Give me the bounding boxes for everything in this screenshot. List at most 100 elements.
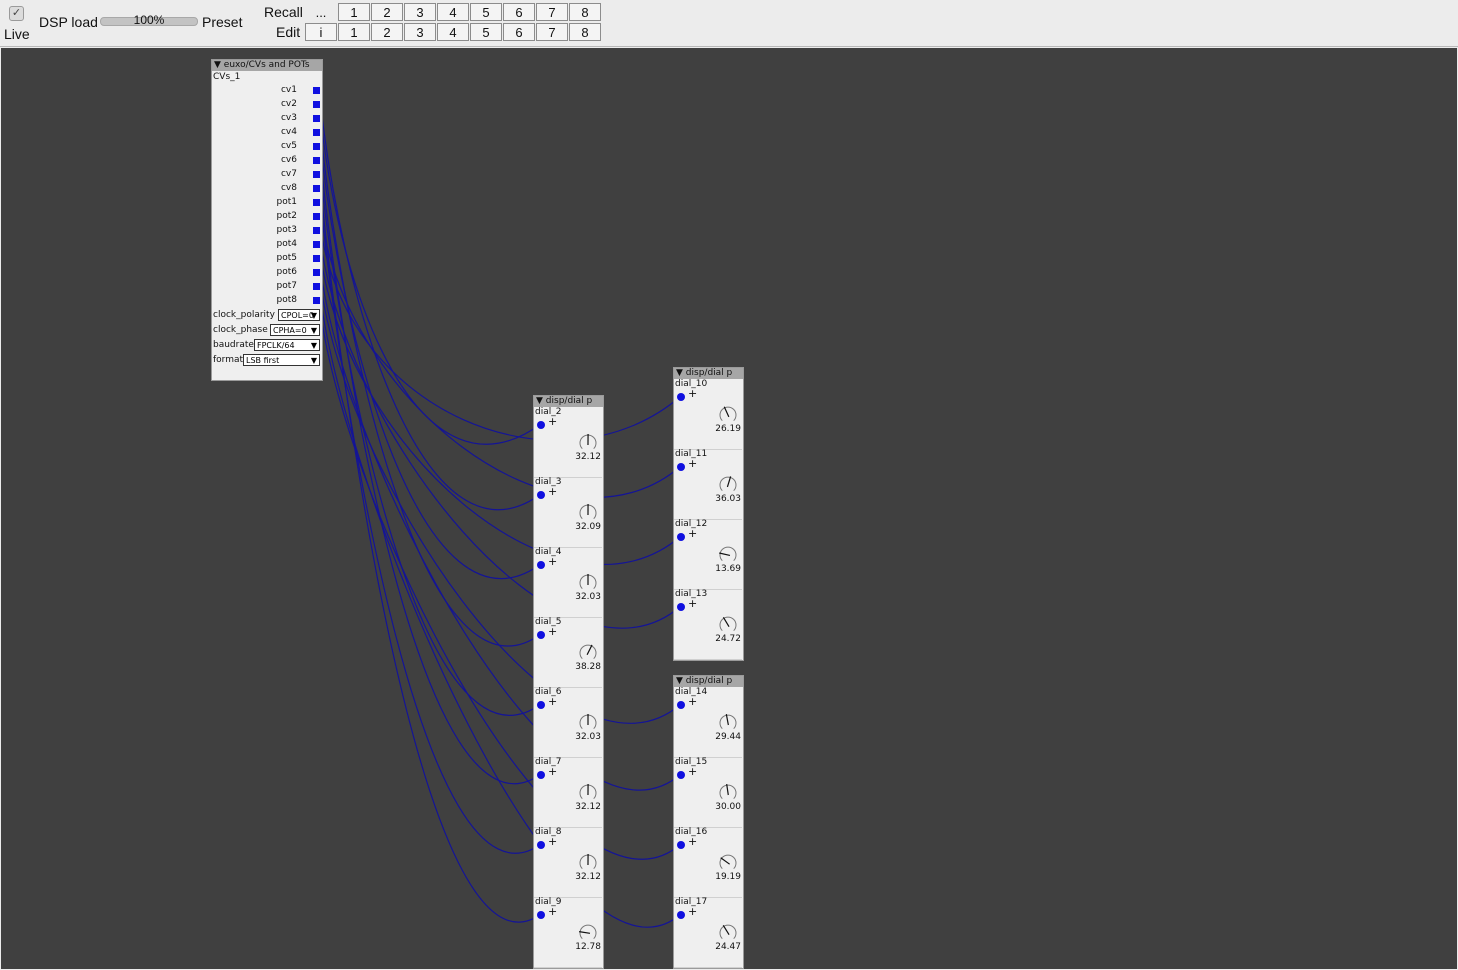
plus-icon: + [548,765,558,778]
param-dropdown[interactable]: FPCLK/64 ▼ [254,339,320,351]
dial-knob-icon [579,573,597,590]
outlet-cv5[interactable] [313,143,320,150]
inlet-in[interactable] [677,911,685,919]
outlet-cv7[interactable] [313,171,320,178]
inlet-in[interactable] [677,841,685,849]
edit-preset-button[interactable]: 7 [536,23,568,41]
inlet-in[interactable] [537,561,545,569]
dial-value: 19.19 [715,872,741,882]
dial-knob-icon [719,714,737,730]
patch-wire[interactable] [318,214,682,441]
edit-preset-button[interactable]: 4 [437,23,469,41]
plus-icon: + [548,835,558,848]
object-header[interactable]: ▼ disp/dial p [674,676,743,687]
recall-preset-button[interactable]: 1 [338,3,370,21]
plus-icon: + [548,555,558,568]
dial-display: dial_10 +26.19 [674,379,742,450]
inlet-in[interactable] [537,841,545,849]
edit-preset-button[interactable]: 8 [569,23,601,41]
inlet-in[interactable] [677,701,685,709]
recall-preset-button[interactable]: 8 [569,3,601,21]
patch-wire[interactable] [318,144,542,785]
patch-wire[interactable] [318,270,682,724]
outlet-cv3[interactable] [313,115,320,122]
outlet-cv6[interactable] [313,157,320,164]
edit-preset-button[interactable]: 6 [503,23,535,41]
param-dropdown[interactable]: LSB first ▼ [243,354,320,366]
dial-knob-icon [579,644,597,660]
inlet-in[interactable] [537,491,545,499]
dial-display: dial_5 +38.28 [534,617,602,688]
recall-preset-button[interactable]: 6 [503,3,535,21]
dial-value: 32.12 [575,802,601,812]
outlet-cv2[interactable] [313,101,320,108]
edit-info-button[interactable]: i [305,23,337,41]
outlet-pot7[interactable] [313,283,320,290]
inlet-in[interactable] [677,393,685,401]
outlet-cv1[interactable] [313,87,320,94]
dial-knob-icon [579,713,597,730]
inlet-in[interactable] [677,533,685,541]
object-header[interactable]: ▼ disp/dial p [674,368,743,379]
dial-group-1[interactable]: ▼ disp/dial p dial_2 +32.12 dial_3 +32.09 dia… [533,395,604,969]
patch-wire[interactable] [318,284,682,928]
plus-icon: + [688,597,698,610]
dial-value: 32.12 [575,872,601,882]
outlet-pot1[interactable] [313,199,320,206]
dial-group-2[interactable]: ▼ disp/dial p dial_10 +26.19 dial_11 +36.03 d… [673,367,744,661]
object-header[interactable]: ▼ euxo/CVs and POTs [212,60,322,71]
toolbar: ✓ Live DSP load 100% Preset Recall Edit … [0,0,1458,47]
patch-canvas[interactable]: ▼ euxo/CVs and POTs CVs_1 cv1 cv2 cv3 cv4 cv… [1,48,1457,969]
patch-wire[interactable] [318,186,542,854]
inlet-in[interactable] [537,911,545,919]
recall-preset-button[interactable]: 2 [371,3,403,21]
patch-wire[interactable] [318,88,542,511]
patch-wire[interactable] [318,172,542,923]
outlet-pot3[interactable] [313,227,320,234]
plus-icon: + [548,905,558,918]
dial-display: dial_17 +24.47 [674,897,742,968]
object-header[interactable]: ▼ disp/dial p [534,396,603,407]
recall-preset-button[interactable]: 7 [536,3,568,21]
inlet-in[interactable] [537,771,545,779]
recall-preset-button[interactable]: 5 [470,3,502,21]
outlet-cv8[interactable] [313,185,320,192]
outlet-label: cv1 [280,85,297,95]
edit-preset-button[interactable]: 2 [371,23,403,41]
recall-label: Recall [264,4,303,20]
param-label: format [213,355,244,365]
dial-group-3[interactable]: ▼ disp/dial p dial_14 +29.44 dial_15 +30.00 d… [673,675,744,969]
inlet-in[interactable] [537,701,545,709]
edit-preset-button[interactable]: 3 [404,23,436,41]
param-label: clock_phase [213,325,268,335]
outlet-cv4[interactable] [313,129,320,136]
inlet-in[interactable] [677,463,685,471]
inlet-in[interactable] [537,631,545,639]
recall-preset-button[interactable]: 3 [404,3,436,21]
param-dropdown[interactable]: CPHA=0 ▼ [270,324,320,336]
patch-wire[interactable] [318,102,542,445]
dial-display: dial_7 +32.12 [534,757,602,828]
outlet-pot8[interactable] [313,297,320,304]
outlet-pot5[interactable] [313,255,320,262]
edit-preset-button[interactable]: 5 [470,23,502,41]
outlet-label: pot8 [276,295,297,305]
edit-preset-button[interactable]: 1 [338,23,370,41]
cvs-and-pots-object[interactable]: ▼ euxo/CVs and POTs CVs_1 cv1 cv2 cv3 cv4 cv… [211,59,323,381]
plus-icon: + [548,485,558,498]
patch-wire[interactable] [318,242,682,566]
recall-more-button[interactable]: ... [305,3,337,21]
live-checkbox[interactable]: ✓ [9,6,24,21]
dial-value: 32.09 [575,522,601,532]
recall-preset-button[interactable]: 4 [437,3,469,21]
outlet-pot6[interactable] [313,269,320,276]
inlet-in[interactable] [537,421,545,429]
patch-wire[interactable] [318,256,682,791]
inlet-in[interactable] [677,603,685,611]
outlet-label: cv6 [280,155,297,165]
outlet-pot4[interactable] [313,241,320,248]
param-dropdown-value: CPOL=0 [281,311,314,320]
param-dropdown[interactable]: CPOL=0 ▼ [278,309,320,321]
inlet-in[interactable] [677,771,685,779]
outlet-pot2[interactable] [313,213,320,220]
